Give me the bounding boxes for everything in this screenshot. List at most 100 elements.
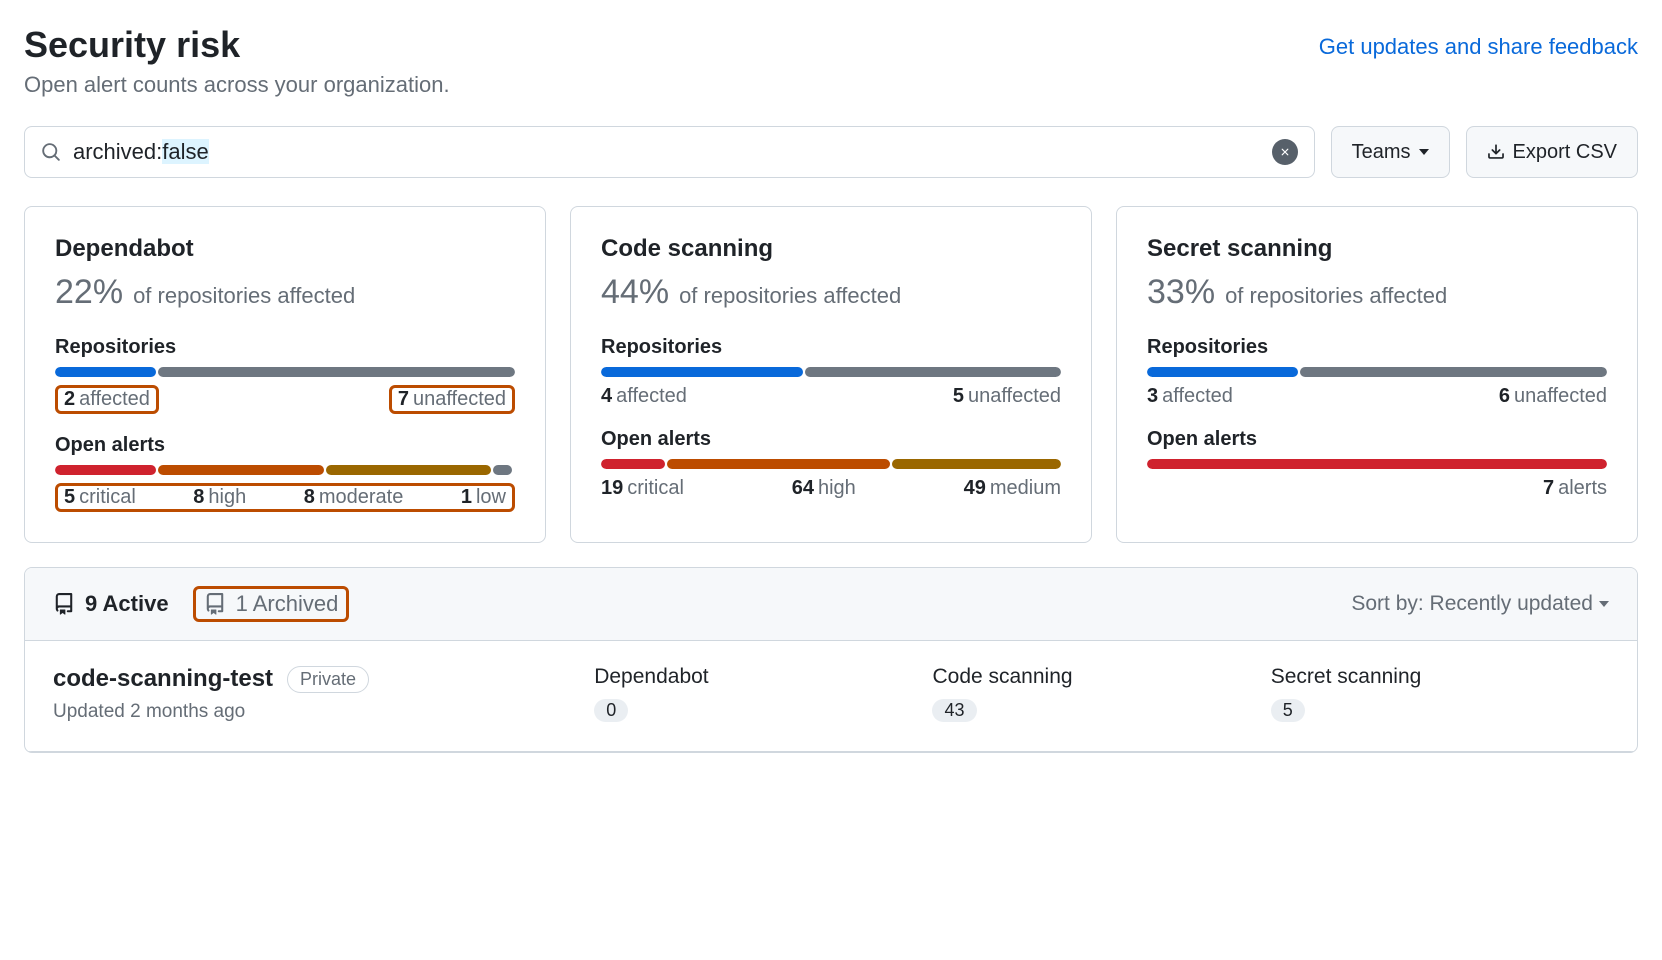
clear-search-button[interactable] — [1272, 139, 1298, 165]
col-dependabot: Dependabot — [594, 665, 932, 689]
affected-highlight[interactable]: 2affected — [55, 385, 159, 414]
unaffected-txt: unaffected — [968, 385, 1061, 407]
alert-txt: critical — [79, 486, 136, 508]
repos-bar — [1147, 367, 1607, 377]
alert-txt: moderate — [319, 486, 404, 508]
teams-dropdown[interactable]: Teams — [1331, 126, 1450, 178]
unaffected-num: 6 — [1499, 385, 1510, 407]
tab-archived-label: 1 Archived — [236, 591, 339, 617]
repos-label: Repositories — [1147, 336, 1607, 359]
alerts-highlight[interactable]: 5critical 8high 8moderate 1low — [55, 483, 515, 512]
bar-seg-critical — [55, 465, 156, 475]
tab-active[interactable]: 9 Active — [53, 591, 169, 617]
pct-value: 44% — [601, 273, 669, 312]
alerts-bar — [55, 465, 515, 475]
sort-dropdown[interactable]: Sort by: Recently updated — [1351, 592, 1609, 616]
bar-seg-alerts — [1147, 459, 1607, 469]
unaffected-highlight[interactable]: 7unaffected — [389, 385, 515, 414]
sort-label: Sort by: Recently updated — [1351, 592, 1593, 616]
search-input[interactable]: archived:false — [24, 126, 1315, 178]
repo-icon — [204, 593, 226, 615]
alert-num: 64 — [792, 477, 814, 499]
export-label: Export CSV — [1513, 141, 1617, 164]
alert-txt: high — [818, 477, 856, 499]
alert-txt: high — [208, 486, 246, 508]
code-scanning-card: Code scanning 44% of repositories affect… — [570, 206, 1092, 543]
affected-num: 2 — [64, 388, 75, 410]
alerts-label: Open alerts — [55, 434, 515, 457]
bar-seg-unaffected — [805, 367, 1061, 377]
card-title: Dependabot — [55, 235, 515, 263]
unaffected-num: 7 — [398, 388, 409, 410]
alert-txt: medium — [990, 477, 1061, 499]
bar-seg-low — [493, 465, 511, 475]
alert-num: 49 — [964, 477, 986, 499]
search-prefix: archived: — [73, 139, 162, 164]
caret-down-icon — [1419, 147, 1429, 157]
count-code-scanning: 43 — [932, 699, 976, 722]
alerts-bar — [1147, 459, 1607, 469]
bar-seg-unaffected — [1300, 367, 1607, 377]
bar-seg-affected — [601, 367, 803, 377]
export-csv-button[interactable]: Export CSV — [1466, 126, 1638, 178]
alerts-label: Open alerts — [601, 428, 1061, 451]
affected-txt: affected — [79, 388, 150, 410]
repo-panel: 9 Active 1 Archived Sort by: Recently up… — [24, 567, 1638, 753]
alert-txt: critical — [627, 477, 684, 499]
affected-txt: affected — [1162, 385, 1233, 407]
unaffected-txt: unaffected — [1514, 385, 1607, 407]
bar-seg-medium — [892, 459, 1061, 469]
card-title: Code scanning — [601, 235, 1061, 263]
repos-bar — [55, 367, 515, 377]
repo-icon — [53, 593, 75, 615]
alert-num: 7 — [1543, 477, 1554, 499]
bar-seg-critical — [601, 459, 665, 469]
alert-txt: alerts — [1558, 477, 1607, 499]
visibility-badge: Private — [287, 666, 369, 693]
page-title: Security risk — [24, 24, 240, 66]
teams-label: Teams — [1352, 141, 1411, 164]
count-secret-scanning: 5 — [1271, 699, 1305, 722]
repo-updated: Updated 2 months ago — [53, 701, 594, 723]
pct-value: 33% — [1147, 273, 1215, 312]
secret-scanning-card: Secret scanning 33% of repositories affe… — [1116, 206, 1638, 543]
repo-name: code-scanning-test — [53, 665, 273, 693]
caret-down-icon — [1599, 599, 1609, 609]
affected-txt: affected — [616, 385, 687, 407]
unaffected-num: 5 — [953, 385, 964, 407]
bar-seg-high — [158, 465, 324, 475]
affected-num: 3 — [1147, 385, 1158, 407]
search-highlight: false — [162, 139, 208, 164]
pct-label: of repositories affected — [679, 283, 901, 309]
pct-label: of repositories affected — [133, 283, 355, 309]
archived-highlight[interactable]: 1 Archived — [193, 586, 350, 622]
tab-active-label: 9 Active — [85, 591, 169, 617]
alert-txt: low — [476, 486, 506, 508]
search-icon — [41, 142, 61, 162]
count-dependabot: 0 — [594, 699, 628, 722]
tab-archived[interactable]: 1 Archived — [204, 591, 339, 617]
bar-seg-high — [667, 459, 890, 469]
download-icon — [1487, 143, 1505, 161]
table-row[interactable]: code-scanning-test Private Updated 2 mon… — [25, 641, 1637, 752]
alerts-label: Open alerts — [1147, 428, 1607, 451]
feedback-link[interactable]: Get updates and share feedback — [1319, 34, 1638, 60]
bar-seg-affected — [1147, 367, 1298, 377]
repos-bar — [601, 367, 1061, 377]
affected-num: 4 — [601, 385, 612, 407]
alert-num: 19 — [601, 477, 623, 499]
col-secret-scanning: Secret scanning — [1271, 665, 1609, 689]
alert-num: 5 — [64, 486, 75, 508]
repos-label: Repositories — [601, 336, 1061, 359]
pct-value: 22% — [55, 273, 123, 312]
col-code-scanning: Code scanning — [932, 665, 1270, 689]
bar-seg-unaffected — [158, 367, 515, 377]
dependabot-card: Dependabot 22% of repositories affected … — [24, 206, 546, 543]
page-subtitle: Open alert counts across your organizati… — [24, 72, 1638, 98]
card-title: Secret scanning — [1147, 235, 1607, 263]
alerts-bar — [601, 459, 1061, 469]
pct-label: of repositories affected — [1225, 283, 1447, 309]
repos-label: Repositories — [55, 336, 515, 359]
bar-seg-affected — [55, 367, 156, 377]
search-text: archived:false — [73, 139, 1272, 165]
